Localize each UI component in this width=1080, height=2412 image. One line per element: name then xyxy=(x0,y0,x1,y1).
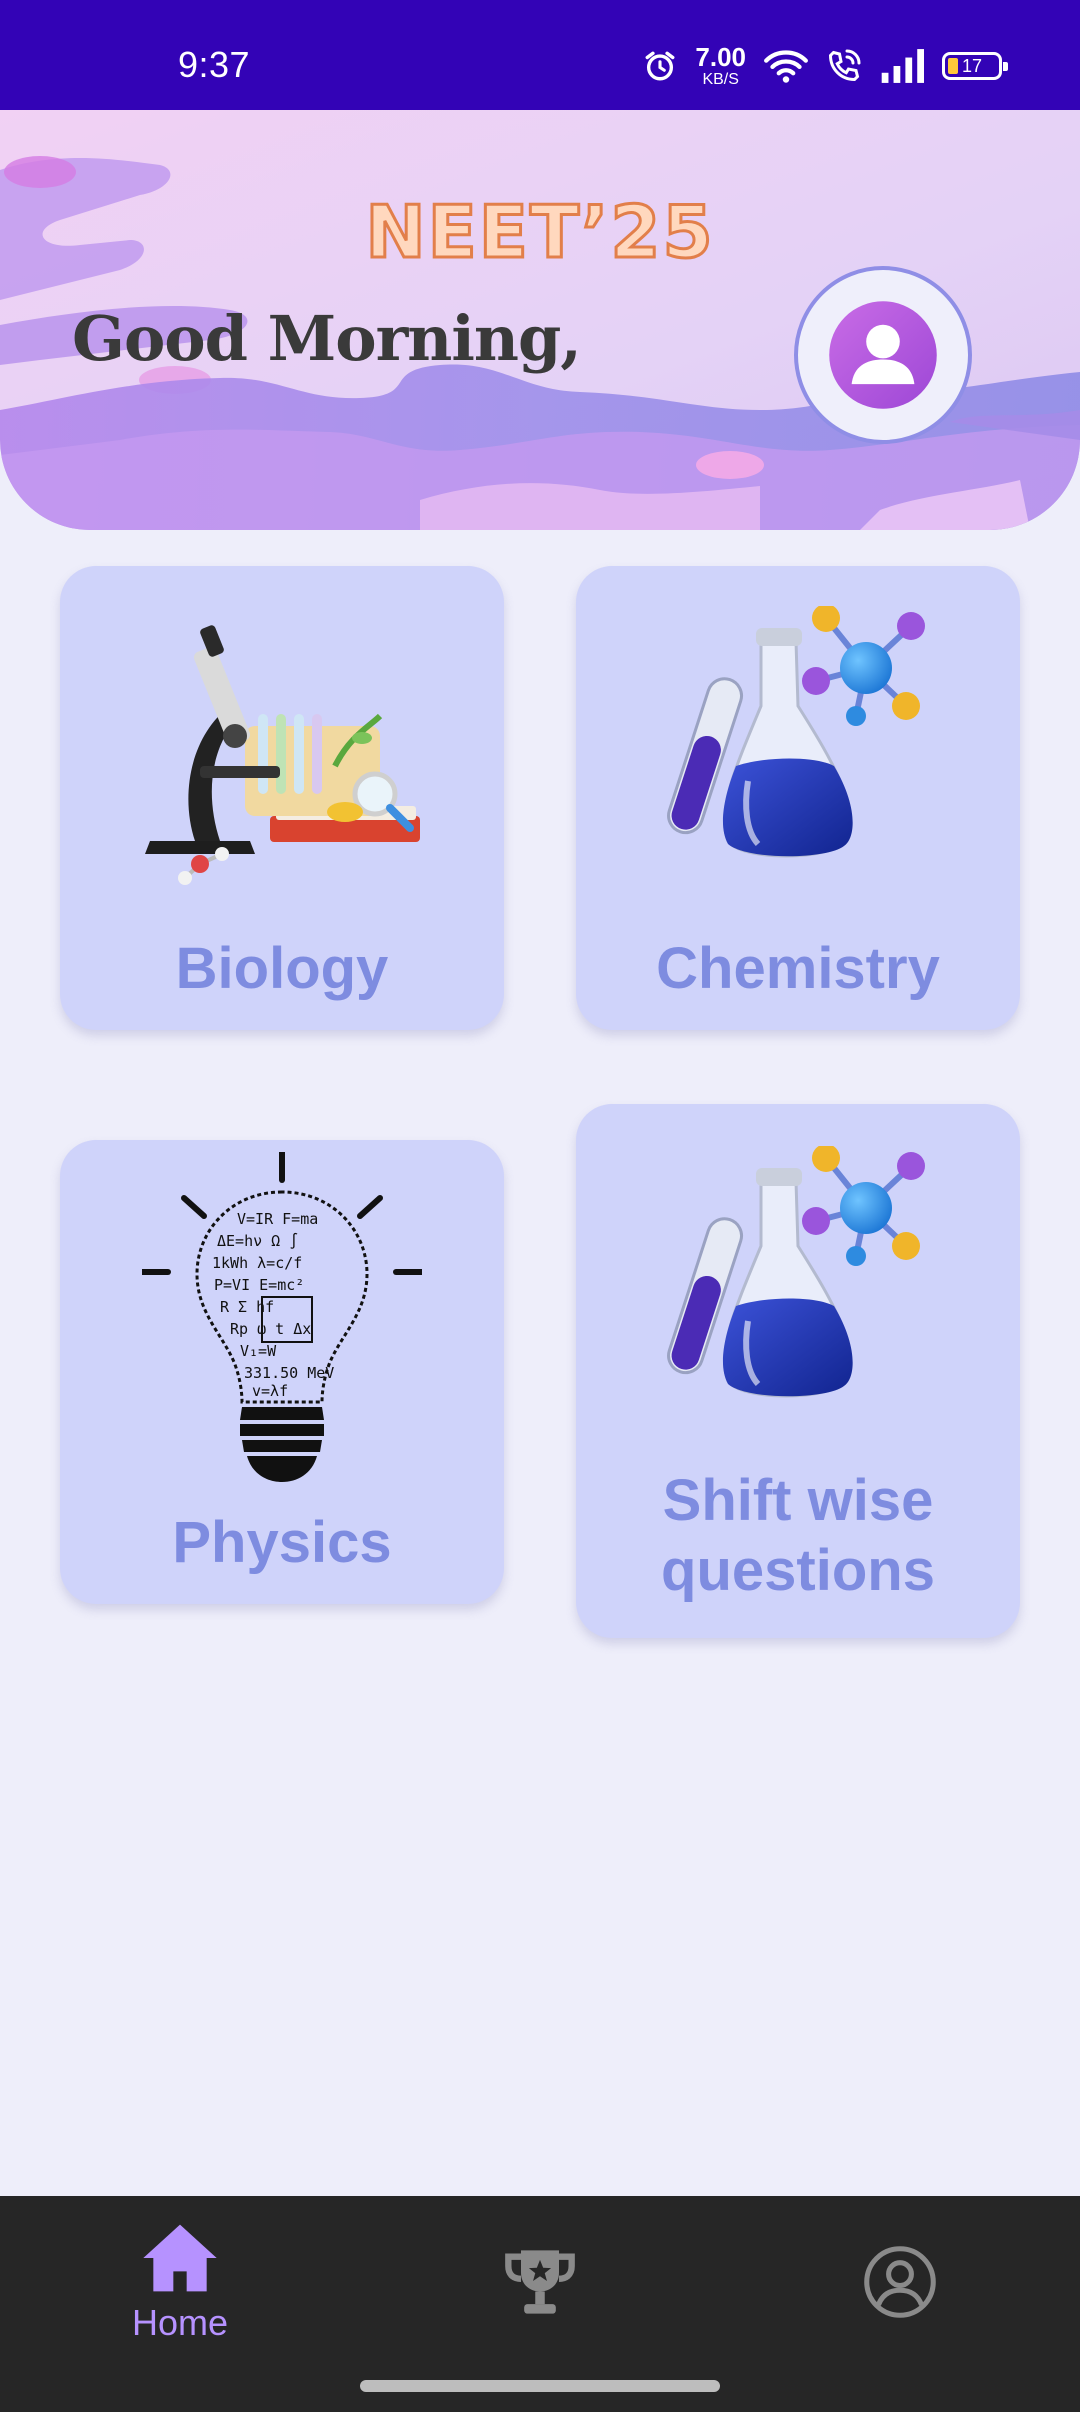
account-icon xyxy=(864,2246,936,2318)
gesture-home-indicator[interactable] xyxy=(360,2380,720,2392)
app-brand-title: NEET’25 xyxy=(364,189,715,276)
user-avatar-icon xyxy=(829,301,937,409)
flask-molecule-illustration-icon xyxy=(667,1146,925,1398)
nav-trophy[interactable] xyxy=(390,2196,690,2366)
nav-home[interactable]: Home xyxy=(30,2196,330,2366)
battery-level: 17 xyxy=(961,55,983,76)
nav-home-label: Home xyxy=(131,2302,229,2343)
trophy-icon xyxy=(505,2250,575,2314)
svg-text:V=IR F=ma: V=IR F=ma xyxy=(237,1210,318,1228)
subject-card-chemistry[interactable]: Chemistry xyxy=(576,566,1020,1030)
svg-text:331.50 MeV: 331.50 MeV xyxy=(244,1364,334,1382)
signal-icon xyxy=(881,49,924,83)
network-speed-value: 7.00 xyxy=(695,42,746,72)
svg-text:Rp ω t Δx: Rp ω t Δx xyxy=(230,1320,311,1338)
svg-text:V₁=W: V₁=W xyxy=(240,1342,277,1360)
network-speed: 7.00 KB/S xyxy=(695,44,746,88)
home-icon xyxy=(143,2224,217,2292)
subject-card-label: Biology xyxy=(175,936,389,1001)
microscope-lab-illustration-icon xyxy=(145,625,420,885)
wifi-icon xyxy=(764,50,808,83)
alarm-icon xyxy=(645,51,675,81)
svg-text:1kWh λ=c/f: 1kWh λ=c/f xyxy=(212,1254,302,1272)
status-bar: 9:37 7.00 KB/S 17 xyxy=(0,0,1080,110)
profile-avatar-button[interactable] xyxy=(794,266,972,444)
subject-card-label: Shift wise questions xyxy=(661,1468,935,1603)
header-banner: NEET’25 Good Morning, xyxy=(0,110,1080,530)
flask-molecule-illustration-icon xyxy=(667,606,925,858)
subject-card-label: Chemistry xyxy=(656,936,940,1001)
svg-text:v=λf: v=λf xyxy=(252,1382,288,1400)
status-time: 9:37 xyxy=(178,44,251,85)
formula-lightbulb-illustration-icon: V=IR F=ma ΔE=hν Ω ∫ 1kWh λ=c/f P=VI E=mc… xyxy=(142,1152,422,1482)
nav-account[interactable] xyxy=(750,2196,1050,2366)
subject-card-physics[interactable]: V=IR F=ma ΔE=hν Ω ∫ 1kWh λ=c/f P=VI E=mc… xyxy=(60,1140,504,1604)
greeting-text: Good Morning, xyxy=(72,302,582,375)
status-icons: 7.00 KB/S 17 xyxy=(643,40,1008,92)
subject-card-shift-wise-questions[interactable]: Shift wise questions xyxy=(576,1104,1020,1638)
network-speed-unit: KB/S xyxy=(702,71,739,88)
battery-icon: 17 xyxy=(942,52,1008,80)
svg-text:ΔE=hν Ω ∫: ΔE=hν Ω ∫ xyxy=(217,1232,298,1250)
subject-card-label: Physics xyxy=(172,1510,392,1575)
svg-text:R Σ hf: R Σ hf xyxy=(220,1298,274,1316)
subject-card-biology[interactable]: Biology xyxy=(60,566,504,1030)
wifi-calling-icon xyxy=(828,49,861,82)
svg-text:P=VI E=mc²: P=VI E=mc² xyxy=(214,1276,304,1294)
